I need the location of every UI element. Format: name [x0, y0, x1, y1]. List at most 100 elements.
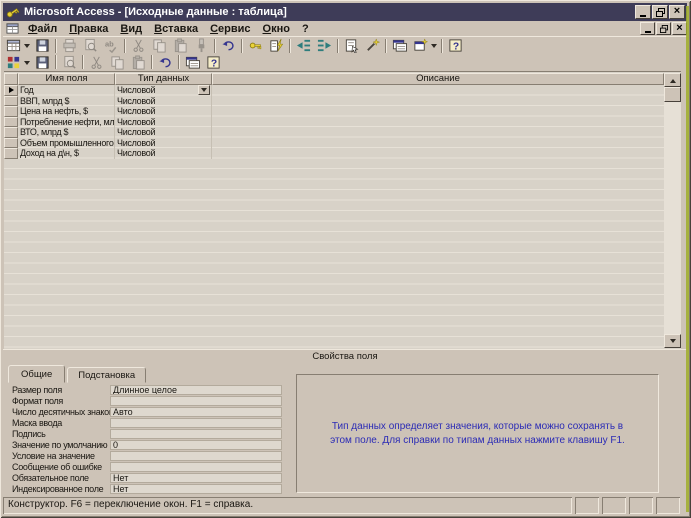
insert-rows-button[interactable] — [293, 38, 314, 54]
field-row[interactable]: Цена на нефть, $ Числовой — [4, 106, 664, 117]
field-description-cell[interactable] — [212, 148, 664, 159]
child-restore-button[interactable] — [656, 22, 671, 35]
field-row[interactable]: Доход на д\н, $ Числовой — [4, 148, 664, 159]
field-name-cell[interactable]: ВВП, млрд $ — [18, 96, 115, 107]
field-description-cell[interactable] — [212, 85, 664, 96]
row-selector[interactable] — [4, 127, 18, 138]
help-button[interactable]: ? — [445, 38, 466, 54]
field-description-cell[interactable] — [212, 117, 664, 128]
field-type-cell[interactable]: Числовой — [115, 138, 212, 149]
field-type-cell[interactable]: Числовой — [115, 117, 212, 128]
property-value-field[interactable] — [110, 462, 282, 472]
table-system-menu-icon[interactable] — [6, 22, 19, 35]
field-description-cell[interactable] — [212, 138, 664, 149]
field-row[interactable]: Объем промышленного прои Числовой — [4, 138, 664, 149]
menu-insert[interactable]: Вставка — [148, 23, 204, 35]
scrollbar-thumb[interactable] — [664, 87, 681, 102]
type-dropdown-button[interactable] — [198, 85, 210, 95]
save-button-2[interactable] — [32, 54, 53, 70]
print-button[interactable] — [59, 38, 80, 54]
field-row[interactable]: ВТО, млрд $ Числовой — [4, 127, 664, 138]
property-value-field[interactable]: Авто — [110, 407, 282, 417]
paste-button-2[interactable] — [128, 54, 149, 70]
column-header-name[interactable]: Имя поля — [18, 73, 115, 85]
field-description-cell[interactable] — [212, 127, 664, 138]
indexes-button[interactable] — [266, 38, 287, 54]
property-value-field[interactable]: 0 — [110, 440, 282, 450]
tab-lookup[interactable]: Подстановка — [67, 367, 146, 383]
paste-button[interactable] — [170, 38, 191, 54]
tab-general[interactable]: Общие — [8, 365, 65, 383]
field-name-cell[interactable]: Цена на нефть, $ — [18, 106, 115, 117]
menu-tools[interactable]: Сервис — [204, 23, 256, 35]
spelling-button[interactable]: ab — [101, 38, 122, 54]
restore-button[interactable] — [652, 5, 668, 19]
property-value-field[interactable]: Длинное целое — [110, 385, 282, 395]
field-description-cell[interactable] — [212, 96, 664, 107]
menu-edit[interactable]: Правка — [63, 23, 114, 35]
vertical-scrollbar[interactable] — [664, 73, 681, 348]
child-minimize-button[interactable] — [640, 22, 655, 35]
primary-key-button[interactable] — [245, 38, 266, 54]
field-name-cell[interactable]: Объем промышленного прои — [18, 138, 115, 149]
scrollbar-down-button[interactable] — [664, 334, 681, 348]
property-value-field[interactable] — [110, 451, 282, 461]
cut-button-2[interactable] — [86, 54, 107, 70]
row-selector[interactable] — [4, 148, 18, 159]
undo-button-2[interactable] — [155, 54, 176, 70]
new-object-button[interactable] — [410, 38, 431, 54]
row-selector[interactable] — [4, 138, 18, 149]
menu-help[interactable]: ? — [296, 23, 315, 35]
help-button-2[interactable]: ? — [203, 54, 224, 70]
field-name-cell[interactable]: Потребление нефти, млн т — [18, 117, 115, 128]
build-button[interactable] — [362, 38, 383, 54]
property-value-field[interactable] — [110, 396, 282, 406]
row-selector[interactable] — [4, 117, 18, 128]
field-description-cell[interactable] — [212, 106, 664, 117]
print-preview-button-2[interactable] — [59, 54, 80, 70]
properties-button[interactable] — [341, 38, 362, 54]
column-header-type[interactable]: Тип данных — [115, 73, 212, 85]
format-painter-button[interactable] — [191, 38, 212, 54]
menu-window[interactable]: Окно — [257, 23, 296, 35]
field-name-cell[interactable]: Год — [18, 85, 115, 96]
property-value-field[interactable]: Нет — [110, 473, 282, 483]
property-value-field[interactable]: Нет — [110, 484, 282, 494]
cut-button[interactable] — [128, 38, 149, 54]
column-header-description[interactable]: Описание — [212, 73, 664, 85]
row-selector-current[interactable] — [4, 85, 18, 96]
property-value-field[interactable] — [110, 429, 282, 439]
delete-rows-button[interactable] — [314, 38, 335, 54]
field-type-cell[interactable]: Числовой — [115, 85, 212, 96]
database-window-button[interactable] — [389, 38, 410, 54]
field-row[interactable]: Потребление нефти, млн т Числовой — [4, 117, 664, 128]
undo-button[interactable] — [218, 38, 239, 54]
copy-button[interactable] — [149, 38, 170, 54]
print-preview-button[interactable] — [80, 38, 101, 54]
menu-file[interactable]: Файл — [22, 23, 63, 35]
minimize-button[interactable] — [635, 5, 651, 19]
view-mode-button[interactable] — [3, 54, 24, 70]
row-selector[interactable] — [4, 96, 18, 107]
view-dropdown-arrow[interactable] — [24, 44, 30, 51]
field-name-cell[interactable]: Доход на д\н, $ — [18, 148, 115, 159]
field-type-cell[interactable]: Числовой — [115, 106, 212, 117]
save-button[interactable] — [32, 38, 53, 54]
field-row[interactable]: ВВП, млрд $ Числовой — [4, 96, 664, 107]
new-object-dropdown-arrow[interactable] — [431, 44, 437, 51]
field-type-cell[interactable]: Числовой — [115, 148, 212, 159]
database-window-button-2[interactable] — [182, 54, 203, 70]
field-type-cell[interactable]: Числовой — [115, 96, 212, 107]
view-button[interactable] — [3, 38, 24, 54]
view-mode-dropdown-arrow[interactable] — [24, 61, 30, 68]
property-value-field[interactable] — [110, 418, 282, 428]
row-selector[interactable] — [4, 106, 18, 117]
child-close-button[interactable]: × — [672, 22, 687, 35]
close-button[interactable]: × — [669, 5, 685, 19]
scrollbar-up-button[interactable] — [664, 73, 681, 87]
menu-view[interactable]: Вид — [114, 23, 148, 35]
field-row[interactable]: Год Числовой — [4, 85, 664, 96]
field-name-cell[interactable]: ВТО, млрд $ — [18, 127, 115, 138]
copy-button-2[interactable] — [107, 54, 128, 70]
field-type-cell[interactable]: Числовой — [115, 127, 212, 138]
